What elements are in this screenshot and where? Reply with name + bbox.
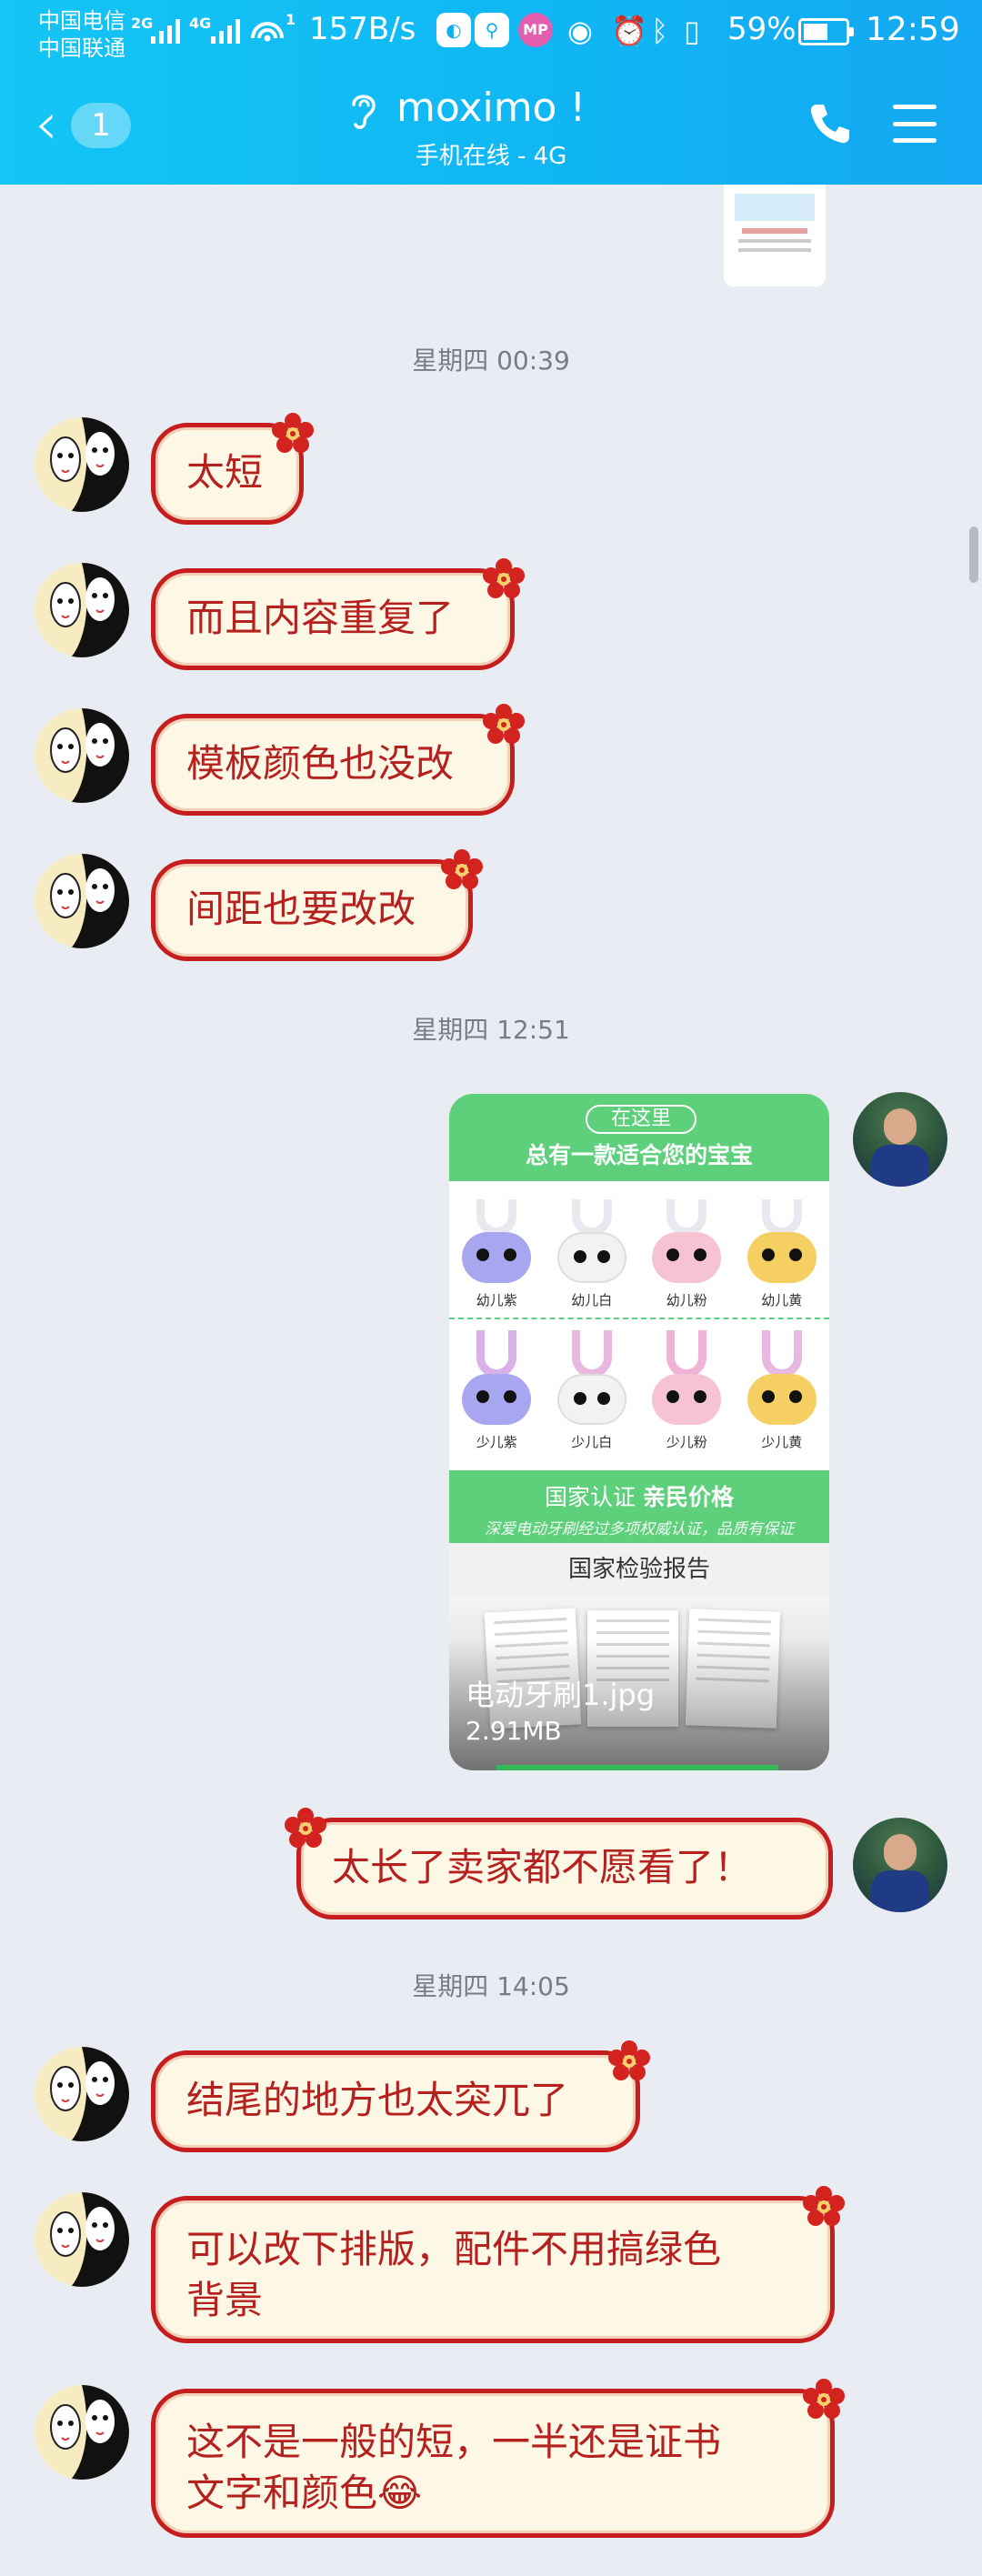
- image-message-card[interactable]: 在这里 总有一款适合您的宝宝 幼儿紫 幼儿白 幼儿粉 幼儿黄 少儿紫 少儿白 少…: [449, 1094, 829, 1770]
- self-avatar[interactable]: [853, 1818, 947, 1912]
- message-line: 这不是一般的短，一半还是证书: [186, 2420, 722, 2464]
- product-item: 少儿紫: [459, 1330, 534, 1451]
- flower-decoration-icon: [280, 1803, 331, 1854]
- alarm-icon: ⏰: [611, 14, 647, 48]
- message-bubble[interactable]: 这不是一般的短，一半还是证书 文字和颜色😂: [151, 2389, 835, 2538]
- flower-decoration-icon: [436, 845, 487, 896]
- file-transfer-icon: ◐: [436, 13, 471, 47]
- product-item: 幼儿白: [555, 1199, 629, 1309]
- message-bubble[interactable]: 结尾的地方也太突兀了: [151, 2050, 640, 2152]
- report-title: 国家检验报告: [449, 1543, 829, 1596]
- menu-icon[interactable]: [893, 105, 937, 143]
- carrier-names: 中国电信 中国联通: [38, 7, 125, 62]
- flower-decoration-icon: [478, 554, 529, 605]
- divider: [449, 1318, 829, 1319]
- timestamp: 星期四 14:05: [412, 1971, 570, 2001]
- self-avatar[interactable]: [853, 1092, 947, 1187]
- cert-subtitle: 深爱电动牙刷经过多项权威认证，品质有保证: [485, 1520, 794, 1539]
- product-item: 少儿黄: [745, 1330, 819, 1451]
- message-bubble[interactable]: 而且内容重复了: [151, 568, 515, 670]
- status-bar: 中国电信 中国联通 2G 4G 1 157B/s ◐ ⚲ MP ◉ ⏰ ᛒ ▯ …: [0, 0, 982, 68]
- contact-avatar[interactable]: [35, 563, 129, 657]
- flower-decoration-icon: [798, 2181, 849, 2232]
- maps-icon: ⚲: [475, 13, 509, 47]
- battery-percent: 59%: [727, 11, 797, 47]
- message-line: 文字和颜色😂: [186, 2471, 423, 2515]
- product-item: 幼儿紫: [459, 1199, 534, 1309]
- message-line: 可以改下排版，配件不用搞绿色: [186, 2227, 722, 2271]
- product-item: 少儿粉: [649, 1330, 724, 1451]
- message-bubble-self[interactable]: 太长了卖家都不愿看了！: [296, 1818, 833, 1919]
- timestamp: 星期四 00:39: [412, 346, 570, 376]
- message-bubble[interactable]: 间距也要改改: [151, 859, 473, 961]
- signal-icon-2: [211, 16, 240, 44]
- contact-avatar[interactable]: [35, 2385, 129, 2480]
- battery-level-fill: [804, 24, 827, 40]
- vibrate-icon: ▯: [684, 14, 700, 48]
- card-pill-label: 在这里: [586, 1105, 696, 1134]
- timestamp: 星期四 12:51: [412, 1015, 570, 1045]
- flower-decoration-icon: [604, 2036, 655, 2087]
- scrollbar[interactable]: [969, 526, 978, 583]
- message-bubble[interactable]: 模板颜色也没改: [151, 714, 515, 816]
- chat-area[interactable]: 星期四 00:39 太短 而且内容重复了 模板颜色也没改 间距也要改改 星期四 …: [0, 185, 982, 2576]
- signal-icon-1: [151, 16, 180, 44]
- phone-call-icon[interactable]: [807, 101, 853, 146]
- previous-image-thumbnail[interactable]: [724, 185, 826, 286]
- net-type-2: 4G: [189, 15, 212, 32]
- card-banner: 在这里 总有一款适合您的宝宝: [449, 1094, 829, 1181]
- contact-avatar[interactable]: [35, 417, 129, 512]
- eye-icon: ◉: [567, 14, 593, 48]
- message-bubble[interactable]: 可以改下排版，配件不用搞绿色 背景: [151, 2196, 835, 2343]
- top-bar: 中国电信 中国联通 2G 4G 1 157B/s ◐ ⚲ MP ◉ ⏰ ᛒ ▯ …: [0, 0, 982, 185]
- contact-avatar[interactable]: [35, 2047, 129, 2141]
- message-line: 背景: [186, 2278, 264, 2322]
- net-type-1: 2G: [131, 15, 154, 32]
- ear-mode-icon[interactable]: [348, 90, 379, 132]
- hotspot-icon: [251, 22, 284, 42]
- product-item: 幼儿黄: [745, 1199, 819, 1309]
- image-file-name: 电动牙刷1.jpg: [466, 1678, 656, 1712]
- contact-avatar[interactable]: [35, 854, 129, 948]
- flower-decoration-icon: [478, 699, 529, 750]
- carrier-2: 中国联通: [38, 35, 125, 61]
- certification-banner: 国家认证 亲民价格 深爱电动牙刷经过多项权威认证，品质有保证: [449, 1470, 829, 1543]
- upload-progress-bar: [496, 1765, 778, 1770]
- chat-header: ‹ 1 moximo ! 手机在线 - 4G: [0, 68, 982, 185]
- bluetooth-icon: ᛒ: [651, 14, 669, 48]
- contact-avatar[interactable]: [35, 708, 129, 803]
- flower-decoration-icon: [267, 408, 318, 459]
- hotspot-badge: 1: [286, 11, 296, 28]
- cert-line-a: 国家认证: [545, 1484, 636, 1510]
- mp-app-icon: MP: [518, 13, 553, 47]
- image-file-size: 2.91MB: [466, 1716, 562, 1746]
- battery-icon: [798, 18, 854, 45]
- contact-name[interactable]: moximo !: [396, 85, 586, 131]
- card-headline: 总有一款适合您的宝宝: [525, 1142, 753, 1168]
- product-item: 幼儿粉: [649, 1199, 724, 1309]
- product-row-2: 少儿紫 少儿白 少儿粉 少儿黄: [449, 1330, 829, 1451]
- product-item: 少儿白: [555, 1330, 629, 1451]
- cert-line-b: 亲民价格: [642, 1484, 734, 1510]
- product-row-1: 幼儿紫 幼儿白 幼儿粉 幼儿黄: [449, 1199, 829, 1309]
- clock: 12:59: [866, 11, 960, 48]
- flower-decoration-icon: [798, 2374, 849, 2425]
- net-speed: 157B/s: [309, 11, 416, 47]
- contact-avatar[interactable]: [35, 2192, 129, 2287]
- carrier-1: 中国电信: [38, 8, 125, 34]
